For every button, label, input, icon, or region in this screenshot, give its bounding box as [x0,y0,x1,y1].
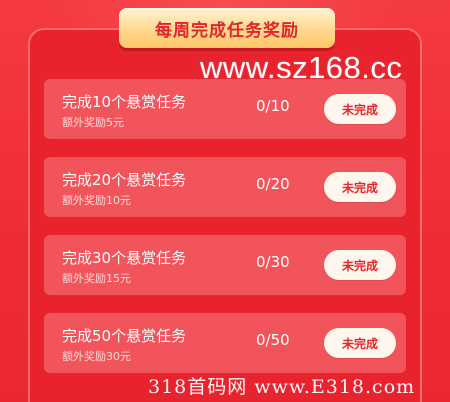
task-status-button[interactable]: 未完成 [324,328,396,358]
task-reward: 额外奖励15元 [62,272,131,285]
task-progress: 0/20 [256,175,290,193]
title-badge: 每周完成任务奖励 [119,8,335,48]
weekly-tasks-page: 每周完成任务奖励 www.sz168.cc 完成10个悬赏任务 额外奖励5元 0… [0,0,450,402]
task-row: 完成20个悬赏任务 额外奖励10元 0/20 未完成 [44,157,406,217]
task-row: 完成10个悬赏任务 额外奖励5元 0/10 未完成 [44,79,406,139]
task-title: 完成50个悬赏任务 [62,327,187,345]
task-status-button[interactable]: 未完成 [324,250,396,280]
task-status-button[interactable]: 未完成 [324,94,396,124]
task-title: 完成10个悬赏任务 [62,93,187,111]
task-progress: 0/30 [256,253,290,271]
task-reward: 额外奖励30元 [62,350,131,363]
task-progress: 0/50 [256,331,290,349]
watermark-bottom: 318首码网 www.E318.com [148,376,416,398]
task-row: 完成30个悬赏任务 额外奖励15元 0/30 未完成 [44,235,406,295]
task-title: 完成30个悬赏任务 [62,249,187,267]
task-progress: 0/10 [256,97,290,115]
task-status-button[interactable]: 未完成 [324,172,396,202]
page-title: 每周完成任务奖励 [155,20,299,41]
task-reward: 额外奖励10元 [62,194,131,207]
task-title: 完成20个悬赏任务 [62,171,187,189]
task-row: 完成50个悬赏任务 额外奖励30元 0/50 未完成 [44,313,406,373]
task-reward: 额外奖励5元 [62,116,124,129]
